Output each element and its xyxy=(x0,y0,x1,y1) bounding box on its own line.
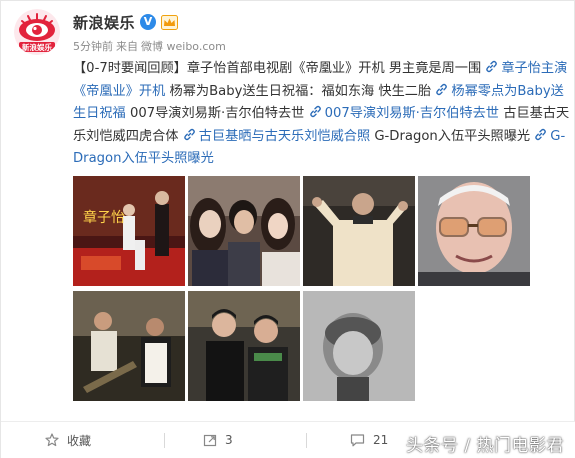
watermark: 头条号 / 热门电影君 xyxy=(405,436,564,456)
post-text-segment: 007导演刘易斯·吉尔伯特去世 xyxy=(125,106,309,122)
post-text-segment: 杨幂为Baby送生日祝福：福如东海 快生二胎 xyxy=(165,83,436,99)
link-chain-icon xyxy=(486,60,498,73)
comment-count: 21 xyxy=(373,433,389,447)
favorite-button[interactable]: 收藏 xyxy=(45,430,91,450)
account-avatar[interactable]: 新浪娱乐 xyxy=(14,9,60,55)
divider xyxy=(306,433,307,448)
topic-link-text: 古巨基晒与古天乐刘恺威合照 xyxy=(198,128,371,144)
link-chain-icon xyxy=(183,128,195,141)
link-chain-icon xyxy=(535,128,547,141)
post-text-segment: G-Dragon入伍平头照曝光 xyxy=(370,128,535,144)
post-source[interactable]: 微博 weibo.com xyxy=(141,38,226,54)
elder-man-gesture-image xyxy=(303,176,415,286)
favorite-label: 收藏 xyxy=(67,433,92,448)
two-men-photo-image xyxy=(188,291,300,401)
post-text: 【0-7时要闻回顾】章子怡首部电视剧《帝凰业》开机 男主竟是周一围 章子怡主演《… xyxy=(73,58,571,171)
topic-link[interactable]: 007导演刘易斯·吉尔伯特去世 xyxy=(309,106,499,121)
repost-count: 3 xyxy=(225,433,233,447)
event-banner-text: 章子怡 xyxy=(83,209,125,226)
film-still-image xyxy=(73,291,185,401)
share-icon xyxy=(203,434,217,447)
group-selfie-image xyxy=(188,176,300,286)
repost-button[interactable]: 3 xyxy=(203,430,233,450)
post-time[interactable]: 5分钟前 xyxy=(73,38,113,54)
image-thumb-6[interactable] xyxy=(188,291,300,401)
image-thumb-5[interactable] xyxy=(73,291,185,401)
account-name[interactable]: 新浪娱乐 xyxy=(73,12,135,33)
post-meta: 5分钟前 来自 微博 weibo.com xyxy=(73,38,226,54)
link-chain-icon xyxy=(436,83,448,95)
post-text-segment: 【0-7时要闻回顾】章子怡首部电视剧《帝凰业》开机 男主竟是周一围 xyxy=(73,61,486,76)
divider xyxy=(164,433,165,448)
image-thumb-3[interactable] xyxy=(303,176,415,286)
image-thumb-4[interactable] xyxy=(418,176,530,286)
topic-link-text: 007导演刘易斯·吉尔伯特去世 xyxy=(324,106,499,122)
elder-man-portrait-image xyxy=(418,176,530,286)
image-thumb-1[interactable]: 章子怡 xyxy=(73,176,185,286)
comment-button[interactable]: 21 xyxy=(350,430,388,450)
member-crown-icon[interactable] xyxy=(161,14,179,30)
monochrome-portrait-image xyxy=(303,291,415,401)
svg-text:新浪娱乐: 新浪娱乐 xyxy=(22,42,52,52)
comment-icon xyxy=(350,434,365,447)
account-name-row: 新浪娱乐 V xyxy=(73,12,179,33)
weibo-post-card: 新浪娱乐 新浪娱乐 V 5分钟前 来自 微博 weibo.com 【0-7时要闻… xyxy=(0,0,575,458)
sina-eye-logo-icon: 新浪娱乐 xyxy=(14,9,60,55)
star-icon xyxy=(45,433,59,447)
event-photo-image: 章子怡 xyxy=(73,176,185,286)
image-thumb-7[interactable] xyxy=(303,291,415,401)
source-prefix: 来自 xyxy=(116,40,138,53)
verified-icon: V xyxy=(140,14,157,30)
link-chain-icon xyxy=(309,106,321,118)
topic-link[interactable]: 古巨基晒与古天乐刘恺威合照 xyxy=(183,128,371,144)
image-thumb-2[interactable] xyxy=(188,176,300,286)
